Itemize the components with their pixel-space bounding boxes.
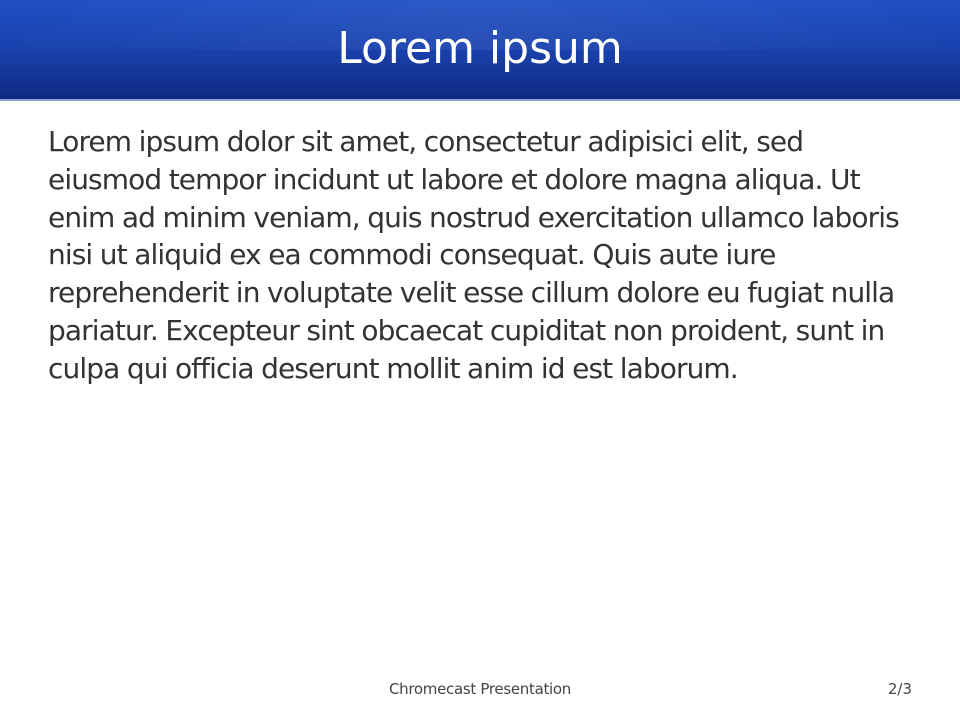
- footer-presentation-name: Chromecast Presentation: [388, 680, 572, 698]
- title-bar: Lorem ipsum: [0, 0, 960, 101]
- presentation-slide: Lorem ipsum Lorem ipsum dolor sit amet, …: [0, 0, 960, 720]
- slide-body-text: Lorem ipsum dolor sit amet, consectetur …: [48, 125, 900, 385]
- slide-title: Lorem ipsum: [337, 23, 623, 74]
- page-number: 2/3: [887, 680, 912, 698]
